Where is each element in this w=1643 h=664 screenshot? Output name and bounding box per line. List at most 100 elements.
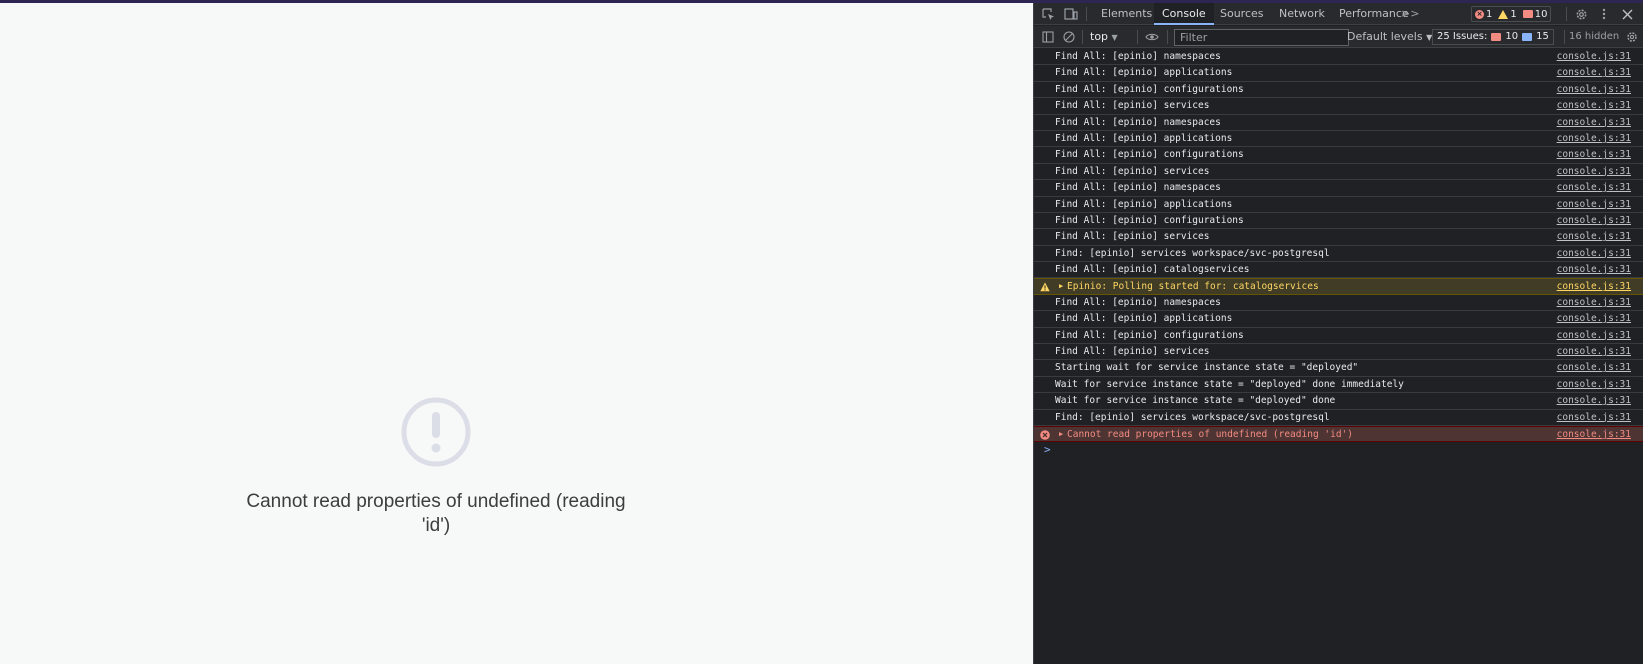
console-message-row[interactable]: Find All: [epinio] applications console.j… [1034,131,1643,148]
divider [1566,7,1567,21]
console-source-link[interactable]: console.js:31 [1557,410,1631,425]
console-message-row[interactable]: Find All: [epinio] configurations console… [1034,147,1643,164]
console-message-row[interactable]: ▶ Cannot read properties of undefined (re… [1034,425,1643,443]
console-message-row[interactable]: Starting wait for service instance state… [1034,360,1643,377]
devtools-tab-bar: Elements Console Sources Network Perform… [1034,3,1643,25]
console-source-link[interactable]: console.js:31 [1557,393,1631,408]
console-message-text: Find All: [epinio] configurations [1055,83,1244,95]
log-levels-value: Default levels [1347,30,1423,43]
console-message-row[interactable]: Find All: [epinio] applications console.j… [1034,311,1643,328]
console-message-text: Wait for service instance state = "deplo… [1055,395,1336,407]
issues-label: 25 Issues: [1437,31,1488,42]
app-page: Cannot read properties of undefined (rea… [0,3,1033,664]
console-message-row[interactable]: Find All: [epinio] services console.js:31 [1034,164,1643,181]
console-message-row[interactable]: Find All: [epinio] services console.js:31 [1034,344,1643,361]
tab-console[interactable]: Console [1154,3,1214,25]
console-message-row[interactable]: Find All: [epinio] applications console.j… [1034,197,1643,213]
error-warning-counter[interactable]: × 1 1 10 [1471,6,1552,22]
device-toolbar-icon[interactable] [1062,5,1080,23]
console-prompt-input[interactable]: > [1034,442,1643,458]
more-tabs-button[interactable]: >> [1393,3,1427,25]
tab-elements[interactable]: Elements [1093,3,1160,25]
console-message-text: Wait for service instance state = "deplo… [1055,378,1404,390]
console-message-row[interactable]: Find All: [epinio] services console.js:31 [1034,98,1643,115]
console-source-link[interactable]: console.js:31 [1557,377,1631,392]
console-message-row[interactable]: Find All: [epinio] catalogservices consol… [1034,262,1643,279]
console-message-row[interactable]: Wait for service instance state = "deplo… [1034,393,1643,410]
console-source-link[interactable]: console.js:31 [1557,65,1631,80]
inspect-element-icon[interactable] [1039,5,1057,23]
console-source-link[interactable]: console.js:31 [1557,180,1631,195]
context-select[interactable]: top ▼ [1090,29,1118,45]
console-source-link[interactable]: console.js:31 [1557,98,1631,113]
clear-console-icon[interactable] [1060,28,1078,46]
console-message-row[interactable]: Find All: [epinio] services console.js:31 [1034,229,1643,246]
log-levels-select[interactable]: Default levels ▼ [1347,29,1432,45]
console-message-text: Find All: [epinio] namespaces [1055,182,1221,194]
console-source-link[interactable]: console.js:31 [1557,295,1631,310]
console-message-row[interactable]: Wait for service instance state = "deplo… [1034,377,1643,394]
expand-arrow-icon[interactable]: ▶ [1059,427,1063,442]
console-source-link[interactable]: console.js:31 [1557,164,1631,179]
console-source-link[interactable]: console.js:31 [1557,49,1631,64]
console-source-link[interactable]: console.js:31 [1557,115,1631,130]
settings-gear-icon[interactable] [1572,5,1590,23]
more-options-icon[interactable] [1595,5,1613,23]
console-settings-gear-icon[interactable] [1623,28,1641,46]
console-message-row[interactable]: Find All: [epinio] configurations console… [1034,82,1643,99]
live-expression-eye-icon[interactable] [1143,28,1161,46]
context-value: top [1090,30,1109,43]
console-source-link[interactable]: console.js:31 [1557,246,1631,261]
console-message-text: Find All: [epinio] namespaces [1055,51,1221,62]
error-icon [1040,430,1050,440]
console-message-text: Find All: [epinio] applications [1055,132,1233,144]
tab-network[interactable]: Network [1271,3,1333,25]
tab-sources[interactable]: Sources [1212,3,1272,25]
console-source-link[interactable]: console.js:31 [1557,344,1631,359]
console-message-row[interactable]: Find All: [epinio] namespaces console.js:… [1034,49,1643,66]
console-source-link[interactable]: console.js:31 [1557,131,1631,146]
issue-error-icon [1491,33,1502,41]
filter-input[interactable]: Filter [1174,29,1349,46]
console-source-link[interactable]: console.js:31 [1557,147,1631,162]
console-message-text: Epinio: Polling started for: catalogserv… [1067,281,1319,293]
console-message-row[interactable]: Find All: [epinio] namespaces console.js:… [1034,295,1643,312]
console-message-text: Find All: [epinio] configurations [1055,214,1244,226]
devtools-panel: Elements Console Sources Network Perform… [1033,3,1643,664]
divider [1082,30,1083,44]
sidebar-toggle-icon[interactable] [1039,28,1057,46]
chevron-down-icon: ▼ [1111,33,1118,42]
console-message-row[interactable]: Find All: [epinio] configurations console… [1034,213,1643,230]
console-message-text: Starting wait for service instance state… [1055,362,1359,374]
issue-info-icon [1522,33,1533,41]
console-source-link[interactable]: console.js:31 [1557,360,1631,375]
console-source-link[interactable]: console.js:31 [1557,311,1631,326]
console-source-link[interactable]: console.js:31 [1557,197,1631,212]
console-source-link[interactable]: console.js:31 [1557,213,1631,228]
console-message-row[interactable]: ▶ Epinio: Polling started for: catalogser… [1034,278,1643,295]
warning-icon [1040,282,1050,292]
console-message-text: Find All: [epinio] services [1055,231,1210,243]
expand-arrow-icon[interactable]: ▶ [1059,279,1063,294]
console-message-row[interactable]: Find: [epinio] services workspace/svc-po… [1034,246,1643,263]
console-message-row[interactable]: Find All: [epinio] applications console.j… [1034,65,1643,82]
console-message-row[interactable]: Find All: [epinio] namespaces console.js:… [1034,115,1643,131]
issues-button[interactable]: 25 Issues: 10 15 [1432,29,1554,45]
warning-count: 1 [1510,8,1517,20]
console-source-link[interactable]: console.js:31 [1557,328,1631,343]
console-message-text: Find All: [epinio] services [1055,346,1210,358]
console-source-link[interactable]: console.js:31 [1557,262,1631,277]
console-source-link[interactable]: console.js:31 [1557,82,1631,97]
console-source-link[interactable]: console.js:31 [1557,279,1631,294]
console-message-text: Find All: [epinio] applications [1055,198,1233,210]
issues-info-count: 15 [1536,31,1549,42]
console-message-row[interactable]: Find All: [epinio] configurations console… [1034,328,1643,345]
console-message-row[interactable]: Find: [epinio] services workspace/svc-po… [1034,410,1643,426]
console-message-text: Find All: [epinio] namespaces [1055,116,1221,128]
divider [1086,7,1087,21]
console-source-link[interactable]: console.js:31 [1557,229,1631,244]
error-message: Cannot read properties of undefined (rea… [246,491,626,536]
close-icon[interactable] [1618,5,1636,23]
console-source-link[interactable]: console.js:31 [1557,427,1631,442]
console-message-row[interactable]: Find All: [epinio] namespaces console.js:… [1034,180,1643,197]
